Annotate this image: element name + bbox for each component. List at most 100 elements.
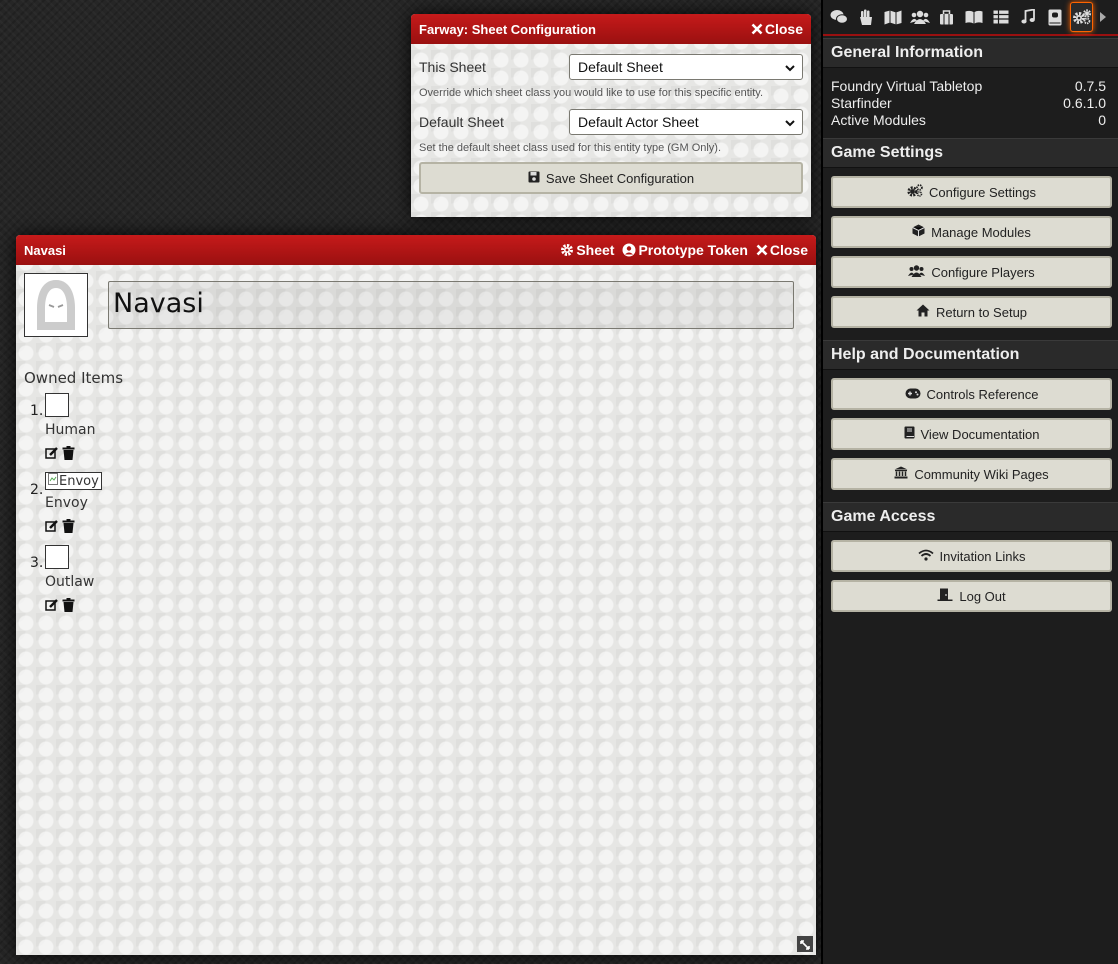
invitation-links-button[interactable]: Invitation Links [831,540,1112,572]
prototype-token-button[interactable]: Prototype Token [622,242,748,258]
item-image-alt: Envoy [59,473,99,489]
item-image [45,393,69,417]
item-controls [45,446,102,464]
home-icon [916,304,930,320]
sheet-config-title: Farway: Sheet Configuration [419,21,596,37]
info-label: Starfinder [831,95,892,111]
info-value: 0.6.1.0 [1063,95,1106,111]
configure-settings-button[interactable]: Configure Settings [831,176,1112,208]
close-icon [751,23,763,35]
owned-items-heading: Owned Items [24,369,124,387]
trash-icon[interactable] [62,598,75,616]
item-name: Outlaw [45,574,95,590]
hooded-figure-icon [27,274,85,336]
info-row: Starfinder 0.6.1.0 [823,95,1118,112]
button-label: Invitation Links [939,548,1026,564]
sheet-config-header[interactable]: Farway: Sheet Configuration Close [411,14,811,44]
combat-icon[interactable] [854,2,877,32]
sheet-label: Sheet [576,242,615,258]
item-controls [45,598,102,616]
sheet-config-form: This Sheet Default Sheet Override which … [411,44,811,202]
item-number: 3. [30,555,44,571]
trash-icon[interactable] [62,519,75,537]
collapse-sidebar-icon[interactable] [1097,2,1109,32]
default-sheet-value: Default Actor Sheet [578,114,699,130]
chevron-down-icon [784,61,796,77]
trash-icon[interactable] [62,446,75,464]
actor-sheet-close-button[interactable]: Close [756,242,808,258]
actors-icon[interactable] [908,2,931,32]
settings-icon[interactable] [1070,2,1093,32]
resize-handle[interactable] [797,936,813,952]
chevron-down-icon [784,116,796,132]
button-label: Configure Settings [929,184,1036,200]
gears-icon [907,184,923,200]
button-label: Manage Modules [931,224,1031,240]
item-number: 2. [30,482,44,498]
button-label: View Documentation [920,426,1040,442]
tables-icon[interactable] [989,2,1012,32]
actor-name-input[interactable]: Navasi [108,281,794,329]
configure-players-button[interactable]: Configure Players [831,256,1112,288]
close-icon [756,244,768,256]
sheet-config-close-button[interactable]: Close [751,21,803,37]
general-info-list: Foundry Virtual Tabletop 0.7.5 Starfinde… [823,68,1118,129]
actor-sheet-header[interactable]: Navasi Sheet Prototype Token Close [16,235,816,265]
actor-sheet-window: Navasi Sheet Prototype Token Close Navas… [16,235,816,955]
default-sheet-hint: Set the default sheet class used for thi… [419,142,722,154]
list-item: 2. Envoy Envoy [28,472,102,537]
return-to-setup-button[interactable]: Return to Setup [831,296,1112,328]
button-label: Community Wiki Pages [914,466,1049,482]
list-item: 1. Human [28,393,102,464]
edit-icon[interactable] [45,446,59,464]
this-sheet-select[interactable]: Default Sheet [569,54,803,80]
user-circle-icon [622,243,636,257]
community-wiki-button[interactable]: Community Wiki Pages [831,458,1112,490]
close-label: Close [769,242,808,258]
button-label: Controls Reference [926,386,1039,402]
help-heading: Help and Documentation [823,340,1118,370]
book-icon [904,426,915,442]
item-controls [45,519,102,537]
journal-icon[interactable] [962,2,985,32]
sheet-config-button[interactable]: Sheet [560,242,614,258]
list-item: 3. Outlaw [28,545,102,616]
items-icon[interactable] [935,2,958,32]
log-out-button[interactable]: Log Out [831,580,1112,612]
manage-modules-button[interactable]: Manage Modules [831,216,1112,248]
university-icon [894,466,908,482]
controls-reference-button[interactable]: Controls Reference [831,378,1112,410]
item-name: Human [45,422,96,438]
general-info-heading: General Information [823,38,1118,68]
actor-portrait[interactable] [24,273,88,337]
sheet-config-window: Farway: Sheet Configuration Close This S… [411,14,811,217]
game-settings-heading: Game Settings [823,138,1118,168]
gamepad-icon [905,387,921,402]
actor-sheet-title: Navasi [24,242,66,258]
expand-icon [800,935,810,954]
button-label: Log Out [959,588,1006,604]
default-sheet-row: Default Sheet Default Actor Sheet [419,107,803,137]
compendium-icon[interactable] [1043,2,1066,32]
scenes-icon[interactable] [881,2,904,32]
view-documentation-button[interactable]: View Documentation [831,418,1112,450]
chat-icon[interactable] [827,2,850,32]
edit-icon[interactable] [45,598,59,616]
playlists-icon[interactable] [1016,2,1039,32]
info-value: 0 [1098,112,1106,128]
default-sheet-select[interactable]: Default Actor Sheet [569,109,803,135]
save-label: Save Sheet Configuration [545,170,695,186]
this-sheet-label: This Sheet [419,59,486,75]
broken-image-icon [48,473,58,489]
game-access-heading: Game Access [823,502,1118,532]
edit-icon[interactable] [45,519,59,537]
info-label: Active Modules [831,112,926,128]
wifi-icon [917,549,934,564]
save-sheet-config-button[interactable]: Save Sheet Configuration [419,162,803,194]
info-row: Active Modules 0 [823,112,1118,129]
users-icon [908,264,926,280]
info-row: Foundry Virtual Tabletop 0.7.5 [823,78,1118,95]
owned-items-list: 1. Human 2. Envoy Envoy 3. Outlaw [28,393,102,624]
actor-sheet-body: Navasi Owned Items 1. Human 2. Envoy Env… [16,265,816,955]
gear-icon [560,243,574,257]
